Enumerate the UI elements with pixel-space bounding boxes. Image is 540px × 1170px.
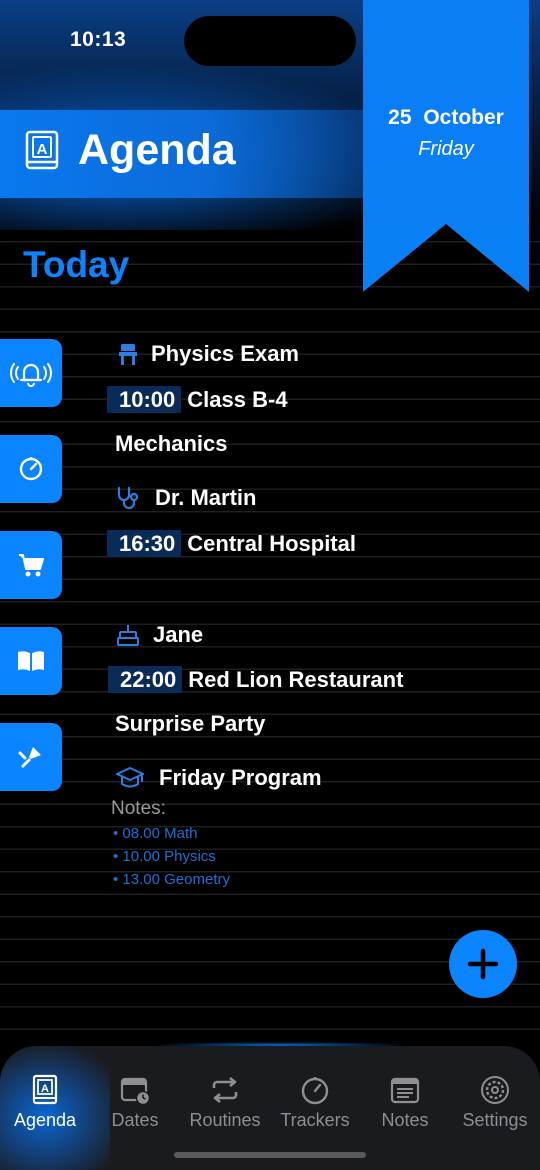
timer-icon [19,457,43,481]
alarm-button[interactable] [0,339,62,407]
dynamic-island [184,16,356,66]
event-title-row[interactable]: Jane [115,622,203,648]
tab-settings[interactable]: Settings [450,1074,540,1131]
event-location: Red Lion Restaurant [188,666,404,692]
reading-button[interactable] [0,627,62,695]
tab-routines[interactable]: Routines [180,1074,270,1131]
timer-icon [301,1077,329,1105]
note-item: • 10.00 Physics [113,848,216,865]
birthday-cake-icon [117,625,139,646]
graduation-cap-icon [116,767,144,788]
event-title: Jane [153,622,204,647]
tab-label: Routines [189,1110,261,1130]
tab-label: Dates [111,1110,159,1130]
cart-icon [19,554,44,577]
tab-dates[interactable]: Dates [90,1074,180,1131]
event-time: 10:00 [107,386,182,413]
calendar-clock-icon [120,1077,151,1106]
ribbon-date: 25 October [363,106,529,130]
tab-label: Agenda [13,1110,77,1130]
tab-label: Trackers [280,1110,350,1130]
page-title: Agenda [78,126,236,174]
event-time-row[interactable]: 16:30 Central Hospital [107,530,356,557]
event-location: Class B-4 [187,386,288,412]
ribbon-day-number: 25 [388,106,412,129]
tab-agenda[interactable]: A Agenda [0,1074,90,1131]
shopping-button[interactable] [0,531,62,599]
note-item: • 08.00 Math [113,825,198,842]
school-desk-icon [119,344,137,365]
paint-brush-icon [18,747,41,768]
event-time-row[interactable]: 10:00 Class B-4 [107,386,288,413]
bell-ringing-icon [10,363,52,387]
timer-button[interactable] [0,435,62,503]
ribbon-weekday: Friday [418,138,474,160]
note-item: • 13.00 Geometry [113,871,230,888]
notes-icon [390,1077,420,1104]
stethoscope-icon [117,486,139,510]
svg-text:A: A [37,141,48,158]
event-title-row[interactable]: Friday Program [113,765,322,791]
status-time: 10:13 [70,28,127,51]
event-title-row[interactable]: Physics Exam [115,341,299,367]
event-title-row[interactable]: Dr. Martin [115,485,256,511]
svg-text:A: A [41,1083,49,1095]
open-book-icon [18,651,44,671]
notes-label: Notes: [111,798,166,819]
agenda-book-icon: A [32,1074,58,1105]
ribbon-month: October [423,106,504,129]
event-time: 16:30 [107,530,182,557]
event-title: Dr. Martin [155,485,257,510]
gear-icon [481,1076,509,1104]
event-time: 22:00 [108,666,183,693]
section-title-today: Today [23,244,130,285]
event-detail: Surprise Party [115,711,265,737]
tab-label: Settings [462,1110,528,1130]
agenda-book-icon: A [25,130,59,170]
tab-label: Notes [381,1110,429,1130]
tab-trackers[interactable]: Trackers [270,1074,360,1131]
repeat-arrows-icon [212,1076,238,1104]
home-indicator[interactable] [174,1152,366,1158]
event-detail: Mechanics [115,431,228,457]
tools-button[interactable] [0,723,62,791]
add-event-button[interactable] [449,930,517,998]
event-title: Friday Program [159,765,322,790]
plus-icon [467,948,499,980]
event-detail-text: Mechanics [115,431,228,456]
event-detail-text: Surprise Party [115,711,266,736]
event-title: Physics Exam [151,341,299,366]
event-time-row[interactable]: 22:00 Red Lion Restaurant [108,666,403,693]
tab-notes[interactable]: Notes [360,1074,450,1131]
event-location: Central Hospital [187,530,356,556]
